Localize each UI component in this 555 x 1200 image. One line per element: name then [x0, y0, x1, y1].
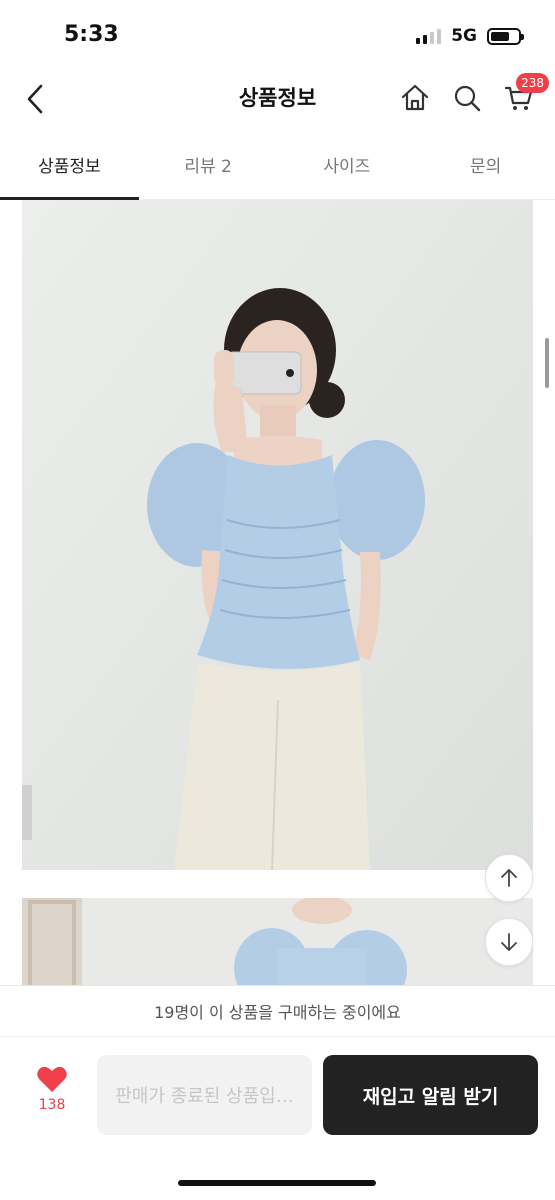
scroll-top-button[interactable] — [485, 854, 533, 902]
sold-out-button: 판매가 종료된 상품입… — [97, 1055, 312, 1135]
search-icon — [454, 85, 481, 112]
arrow-up-icon — [501, 869, 517, 887]
cart-button[interactable]: 238 — [499, 73, 549, 118]
battery-icon — [487, 27, 524, 45]
product-tabs: 상품정보 리뷰 2 사이즈 문의 — [0, 130, 555, 200]
back-button[interactable] — [18, 80, 52, 118]
cart-count-badge: 238 — [516, 73, 549, 93]
signal-icon — [416, 28, 442, 44]
tab-size[interactable]: 사이즈 — [278, 130, 417, 199]
purchase-activity-banner: 19명이 이 상품을 구매하는 중이에요 — [0, 985, 555, 1037]
home-button[interactable] — [395, 78, 435, 118]
status-bar: 5:33 5G — [0, 0, 555, 70]
header-actions: 238 — [395, 73, 549, 118]
home-indicator — [178, 1180, 376, 1186]
product-photo-secondary — [22, 898, 533, 985]
bottom-action-bar: 138 판매가 종료된 상품입… 재입고 알림 받기 — [0, 1037, 555, 1200]
tab-product-info[interactable]: 상품정보 — [0, 130, 139, 200]
status-time: 5:33 — [64, 22, 119, 47]
search-button[interactable] — [447, 78, 487, 118]
tab-inquiry[interactable]: 문의 — [416, 130, 555, 199]
product-detail-content[interactable] — [0, 200, 555, 985]
chevron-left-icon — [27, 84, 43, 114]
wishlist-count: 138 — [38, 1097, 66, 1113]
scrollbar[interactable] — [545, 338, 549, 388]
status-indicators: 5G — [416, 26, 524, 46]
heart-icon — [37, 1066, 67, 1092]
arrow-down-icon — [501, 933, 517, 951]
network-label: 5G — [451, 26, 477, 46]
top-navigation: 상품정보 238 — [0, 70, 555, 128]
product-photo — [22, 200, 533, 870]
home-icon — [401, 84, 429, 111]
tab-reviews[interactable]: 리뷰 2 — [139, 130, 278, 199]
wishlist-button[interactable]: 138 — [26, 1065, 78, 1125]
restock-alert-button[interactable]: 재입고 알림 받기 — [323, 1055, 538, 1135]
scroll-bottom-button[interactable] — [485, 918, 533, 966]
